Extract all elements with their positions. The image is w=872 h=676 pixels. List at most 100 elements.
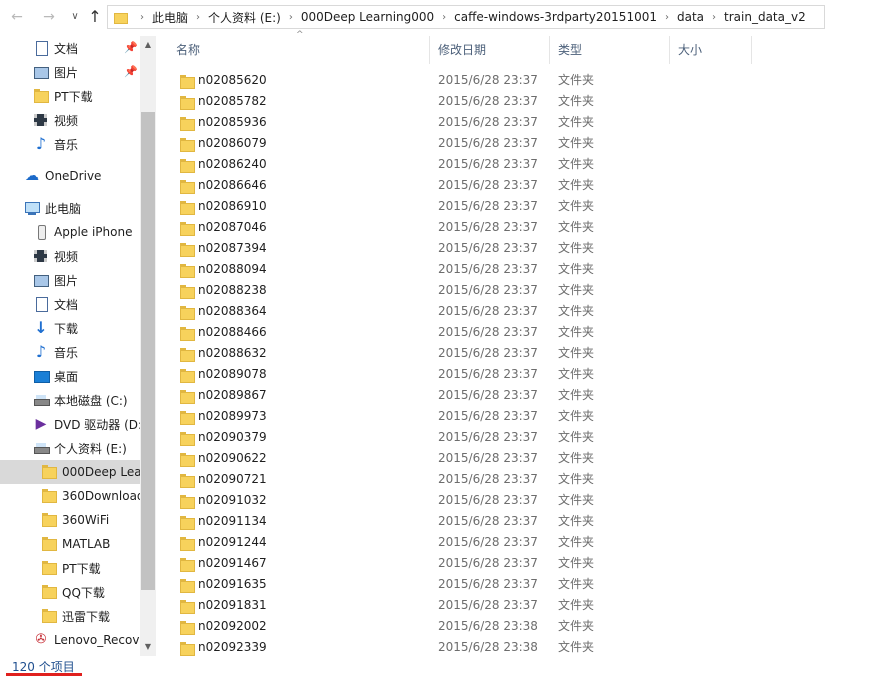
file-name: n02091635 [198, 577, 267, 591]
file-row[interactable]: n02089973 2015/6/28 23:37 文件夹 [160, 406, 872, 427]
file-row[interactable]: n02091244 2015/6/28 23:37 文件夹 [160, 532, 872, 553]
breadcrumb-item[interactable]: data [677, 10, 704, 24]
file-row[interactable]: n02085782 2015/6/28 23:37 文件夹 [160, 91, 872, 112]
file-type: 文件夹 [558, 262, 595, 276]
file-type: 文件夹 [558, 640, 595, 654]
back-arrow-icon[interactable]: ← [8, 8, 26, 26]
file-row[interactable]: n02092002 2015/6/28 23:38 文件夹 [160, 616, 872, 637]
nav-item-label: 视频 [54, 113, 79, 128]
breadcrumb-item[interactable]: 此电脑 [152, 9, 188, 26]
nav-item-pt-download[interactable]: PT下载 [33, 84, 93, 108]
file-modified: 2015/6/28 23:37 [438, 262, 538, 276]
column-header-size[interactable]: 大小 [670, 36, 752, 64]
nav-item-pt-download[interactable]: PT下载 [41, 556, 101, 580]
nav-item-label: 图片 [54, 65, 79, 80]
breadcrumb-separator-icon[interactable]: › [188, 12, 208, 23]
file-row[interactable]: n02089078 2015/6/28 23:37 文件夹 [160, 364, 872, 385]
breadcrumb-separator-icon[interactable]: › [132, 12, 152, 23]
nav-item-pictures[interactable]: 图片 [33, 60, 78, 84]
file-row[interactable]: n02086646 2015/6/28 23:37 文件夹 [160, 175, 872, 196]
file-row[interactable]: n02088466 2015/6/28 23:37 文件夹 [160, 322, 872, 343]
file-row[interactable]: n02091467 2015/6/28 23:37 文件夹 [160, 553, 872, 574]
nav-scrollbar-thumb[interactable] [141, 112, 155, 590]
column-header-name[interactable]: 名称 [168, 36, 430, 64]
nav-item-matlab[interactable]: MATLAB [41, 532, 110, 556]
nav-item-onedrive[interactable]: ☁ OneDrive [24, 164, 101, 188]
file-row[interactable]: n02090721 2015/6/28 23:37 文件夹 [160, 469, 872, 490]
nav-item-360wifi[interactable]: 360WiFi [41, 508, 109, 532]
file-row[interactable]: n02091831 2015/6/28 23:37 文件夹 [160, 595, 872, 616]
file-row[interactable]: n02088364 2015/6/28 23:37 文件夹 [160, 301, 872, 322]
file-row[interactable]: n02088238 2015/6/28 23:37 文件夹 [160, 280, 872, 301]
breadcrumb-separator-icon[interactable]: › [704, 12, 724, 23]
address-box[interactable]: › 此电脑 › 个人资料 (E:) › 000Deep Learning000 … [107, 5, 825, 29]
file-name: n02087394 [198, 241, 267, 255]
scroll-down-arrow-icon[interactable]: ▼ [140, 640, 156, 654]
file-row[interactable]: n02085936 2015/6/28 23:37 文件夹 [160, 112, 872, 133]
nav-item-documents[interactable]: 文档 [33, 292, 78, 316]
nav-item-videos[interactable]: 视频 [33, 108, 78, 132]
folder-icon [179, 409, 195, 425]
file-row[interactable]: n02090622 2015/6/28 23:37 文件夹 [160, 448, 872, 469]
file-row[interactable]: n02087394 2015/6/28 23:37 文件夹 [160, 238, 872, 259]
folder-icon [41, 584, 57, 600]
file-row[interactable]: n02090379 2015/6/28 23:37 文件夹 [160, 427, 872, 448]
nav-item-qq-download[interactable]: QQ下载 [41, 580, 105, 604]
nav-item-pictures[interactable]: 图片 [33, 268, 78, 292]
file-name: n02086079 [198, 136, 267, 150]
nav-item-downloads[interactable]: ↓ 下载 [33, 316, 78, 340]
file-row[interactable]: n02085620 2015/6/28 23:37 文件夹 [160, 70, 872, 91]
nav-item-dvd-drive[interactable]: ▶ DVD 驱动器 (D: [33, 412, 142, 436]
nav-item-videos[interactable]: 视频 [33, 244, 78, 268]
file-modified: 2015/6/28 23:37 [438, 493, 538, 507]
file-row[interactable]: n02088094 2015/6/28 23:37 文件夹 [160, 259, 872, 280]
scroll-up-arrow-icon[interactable]: ▲ [140, 38, 156, 52]
nav-item-deep-learning-folder[interactable]: 000Deep Lear [0, 460, 147, 484]
folder-icon [179, 640, 195, 656]
nav-item-apple-iphone[interactable]: Apple iPhone [33, 220, 132, 244]
breadcrumb-item[interactable]: caffe-windows-3rdparty20151001 [454, 10, 657, 24]
nav-item-drive-c[interactable]: 本地磁盘 (C:) [33, 388, 128, 412]
file-row[interactable]: n02092339 2015/6/28 23:38 文件夹 [160, 637, 872, 658]
file-type: 文件夹 [558, 514, 595, 528]
nav-item-this-pc[interactable]: 此电脑 [24, 196, 81, 220]
nav-item-lenovo-recovery[interactable]: ✇ Lenovo_Recove [33, 628, 147, 652]
lenovo-drive-icon: ✇ [35, 632, 47, 647]
file-row[interactable]: n02088632 2015/6/28 23:37 文件夹 [160, 343, 872, 364]
nav-item-music[interactable]: ♪ 音乐 [33, 340, 78, 364]
file-row[interactable]: n02091635 2015/6/28 23:37 文件夹 [160, 574, 872, 595]
recent-locations-chevron-icon[interactable]: ∨ [66, 8, 84, 26]
phone-icon [33, 224, 49, 240]
breadcrumb-item[interactable]: 个人资料 (E:) [208, 9, 281, 26]
file-name: n02089973 [198, 409, 267, 423]
nav-item-xunlei-download[interactable]: 迅雷下载 [41, 604, 110, 628]
file-name: n02091831 [198, 598, 267, 612]
file-row[interactable]: n02091134 2015/6/28 23:37 文件夹 [160, 511, 872, 532]
forward-arrow-icon[interactable]: → [40, 8, 58, 26]
nav-item-label: PT下载 [62, 561, 101, 576]
file-row[interactable]: n02086910 2015/6/28 23:37 文件夹 [160, 196, 872, 217]
file-row[interactable]: n02087046 2015/6/28 23:37 文件夹 [160, 217, 872, 238]
up-arrow-icon[interactable]: ↑ [86, 8, 104, 26]
breadcrumb-item[interactable]: 000Deep Learning000 [301, 10, 434, 24]
file-modified: 2015/6/28 23:37 [438, 388, 538, 402]
column-header-type[interactable]: 类型 [550, 36, 670, 64]
breadcrumb-separator-icon[interactable]: › [434, 12, 454, 23]
nav-item-documents[interactable]: 文档 [33, 36, 78, 60]
file-row[interactable]: n02086240 2015/6/28 23:37 文件夹 [160, 154, 872, 175]
file-modified: 2015/6/28 23:37 [438, 73, 538, 87]
file-modified: 2015/6/28 23:37 [438, 598, 538, 612]
folder-icon [179, 493, 195, 509]
nav-item-desktop[interactable]: 桌面 [33, 364, 78, 388]
nav-item-drive-e[interactable]: 个人资料 (E:) [33, 436, 127, 460]
breadcrumb-item[interactable]: train_data_v2 [724, 10, 806, 24]
file-row[interactable]: n02086079 2015/6/28 23:37 文件夹 [160, 133, 872, 154]
column-header-modified[interactable]: 修改日期 [430, 36, 550, 64]
breadcrumb-separator-icon[interactable]: › [281, 12, 301, 23]
file-row[interactable]: n02089867 2015/6/28 23:37 文件夹 [160, 385, 872, 406]
nav-item-360download[interactable]: 360Download [41, 484, 145, 508]
folder-icon [179, 388, 195, 404]
file-row[interactable]: n02091032 2015/6/28 23:37 文件夹 [160, 490, 872, 511]
nav-item-music[interactable]: ♪ 音乐 [33, 132, 78, 156]
breadcrumb-separator-icon[interactable]: › [657, 12, 677, 23]
